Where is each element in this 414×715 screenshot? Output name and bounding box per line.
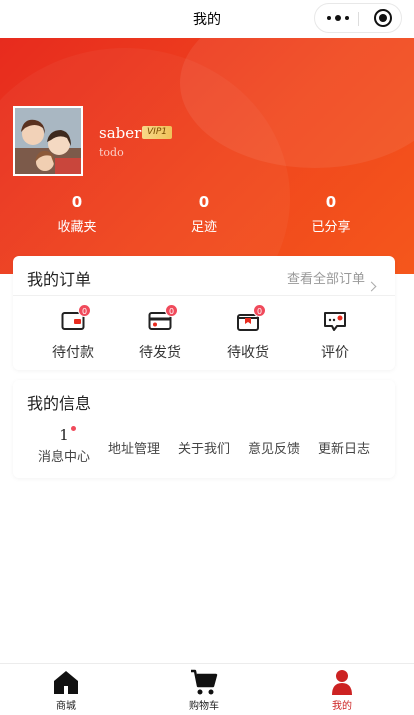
avatar-image [15,108,81,174]
order-label: 待发货 [139,345,181,361]
mini-program-capsule [314,3,402,33]
info-label: 更新日志 [317,442,370,457]
tab-mall[interactable]: 商城 [26,668,106,712]
info-label: 关于我们 [177,442,230,457]
order-label: 待付款 [52,345,94,361]
orders-card: 我的订单 查看全部订单 0 待付款 0 待发货 0 待收货 评价 [13,256,395,370]
cart-icon [191,669,218,695]
info-about[interactable]: 关于我们 [169,425,239,457]
order-pending-payment[interactable]: 0 待付款 [38,304,108,362]
order-pending-shipment[interactable]: 0 待发货 [125,304,195,362]
unread-dot [70,426,76,431]
stat-value: 0 [325,193,337,211]
info-label: 消息中心 [37,450,90,465]
more-icon[interactable] [327,12,353,24]
user-icon [332,670,352,695]
stat-label: 收藏夹 [57,220,97,235]
order-label: 评价 [321,345,349,361]
info-changelog[interactable]: 更新日志 [309,425,379,457]
info-card: 我的信息 1 消息中心 地址管理 关于我们 意见反馈 更新日志 [13,380,395,478]
info-feedback[interactable]: 意见反馈 [239,425,309,457]
vip-badge: VIP1 [142,126,172,139]
stat-label: 已分享 [311,220,351,235]
comment-icon [324,312,346,331]
tab-mine[interactable]: 我的 [302,668,382,712]
message-count: 1 [59,426,76,444]
home-icon [54,671,78,694]
info-label: 地址管理 [107,442,160,457]
order-pending-receipt[interactable]: 0 待收货 [213,304,283,362]
tab-label: 我的 [332,701,352,712]
tab-cart[interactable]: 购物车 [164,668,244,712]
tab-label: 购物车 [189,701,219,712]
user-subtitle: todo [99,146,124,159]
close-target-icon[interactable] [374,9,392,27]
orders-title: 我的订单 [27,270,92,289]
avatar[interactable] [13,106,83,176]
stat-value: 0 [71,193,83,211]
chevron-right-icon [366,281,377,292]
capsule-divider [358,12,359,26]
divider [13,295,395,296]
info-message-center[interactable]: 1 消息中心 [29,425,99,465]
message-count-value: 1 [59,426,69,444]
stat-value: 0 [198,193,210,211]
tab-label: 商城 [56,701,76,712]
view-all-orders-link[interactable]: 查看全部订单 [286,268,379,292]
info-label: 意见反馈 [247,442,300,457]
info-title: 我的信息 [27,394,92,413]
tab-bar: 商城 购物车 我的 [0,663,414,715]
user-name: saber [99,124,142,142]
view-all-orders-label: 查看全部订单 [286,272,365,287]
order-label: 待收货 [227,345,269,361]
stat-footprints[interactable]: 0 足迹 [144,193,264,235]
order-badge: 0 [253,304,266,317]
stat-favorites[interactable]: 0 收藏夹 [17,193,137,235]
stat-shared[interactable]: 0 已分享 [271,193,391,235]
order-review[interactable]: 评价 [300,310,370,362]
info-address[interactable]: 地址管理 [99,425,169,457]
navbar: 我的 [0,0,414,38]
order-badge: 0 [165,304,178,317]
stat-label: 足迹 [190,220,217,235]
order-badge: 0 [78,304,91,317]
